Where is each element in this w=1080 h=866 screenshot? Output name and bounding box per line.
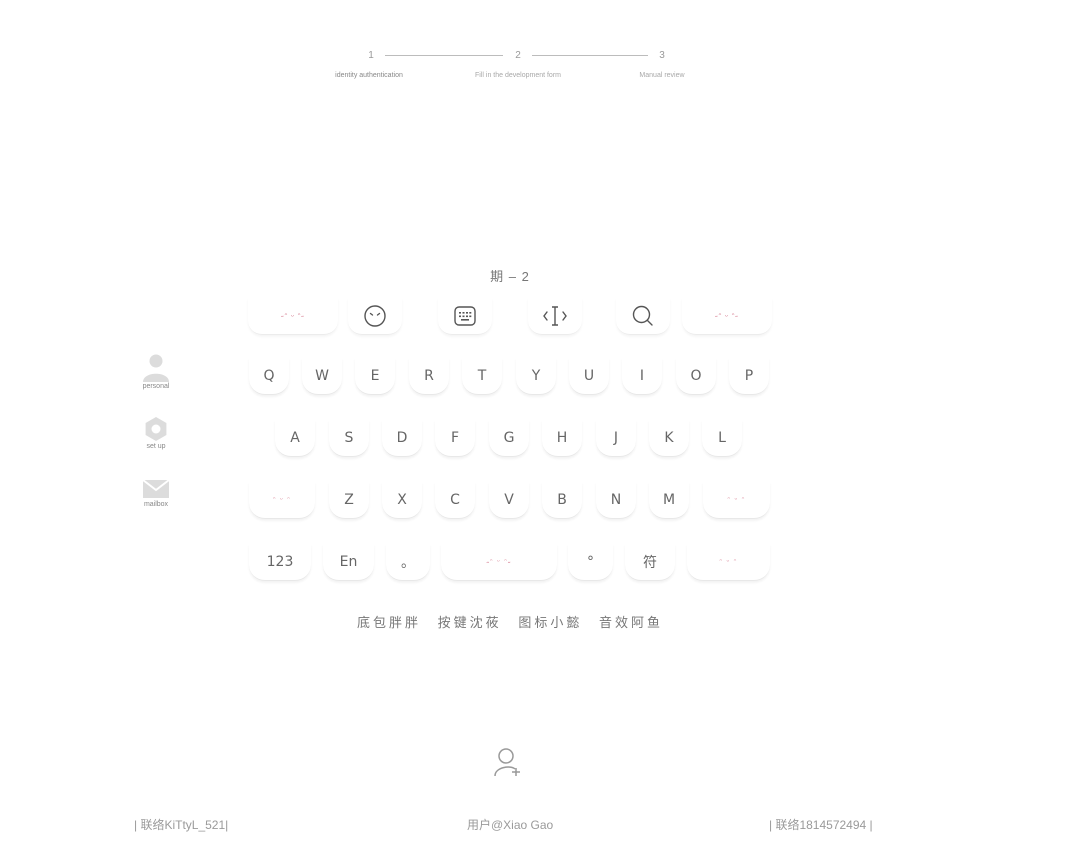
toolbar-deco-left[interactable]: ˶ᵔ ᵕ ᵔ˶ [248, 298, 338, 335]
key-v[interactable]: V [489, 482, 529, 519]
key-r[interactable]: R [409, 358, 449, 395]
key-x[interactable]: X [382, 482, 422, 519]
language-key[interactable]: En [323, 544, 374, 581]
key-q[interactable]: Q [249, 358, 289, 395]
credit-sound: 音效阿鱼 [598, 615, 663, 630]
nav-item-setup[interactable]: set up [136, 416, 176, 450]
nav-label-mailbox: mailbox [143, 501, 169, 508]
person-icon [143, 354, 169, 382]
degree-key[interactable]: ° [568, 544, 613, 581]
key-s[interactable]: S [329, 420, 369, 457]
key-y[interactable]: Y [516, 358, 556, 395]
shift-key[interactable]: ᵔ ᵕ ᵔ [249, 482, 315, 519]
search-icon [632, 305, 653, 326]
key-o[interactable]: O [676, 358, 716, 395]
nav-label-personal: personal [142, 383, 170, 390]
kaomoji-decoration: ᵔ ᵕ ᵔ [727, 496, 746, 504]
key-d[interactable]: D [382, 420, 422, 457]
nav-item-mailbox[interactable]: mailbox [136, 478, 176, 508]
key-b[interactable]: B [542, 482, 582, 519]
key-e[interactable]: E [355, 358, 395, 395]
emoji-face-icon [364, 305, 386, 327]
symbols-key[interactable]: 符 [625, 544, 675, 581]
step-connector [385, 55, 503, 56]
space-key[interactable]: ˶ᵔ ᵕ ᵔ˶ [441, 544, 557, 581]
footer-contact-right: | 联络1814572494 | [769, 818, 873, 832]
step-2-number: 2 [515, 50, 521, 61]
step-3-label: Manual review [639, 72, 685, 79]
nav-label-setup: set up [146, 443, 166, 450]
kaomoji-decoration: ˶ᵔ ᵕ ᵔ˶ [715, 312, 739, 320]
kaomoji-decoration: ˶ᵔ ᵕ ᵔ˶ [281, 312, 305, 320]
nav-item-personal[interactable]: personal [136, 352, 176, 390]
key-w[interactable]: W [302, 358, 342, 395]
step-connector [532, 55, 648, 56]
keyboard-credits: 底包胖胖 按键沈莜 图标小懿 音效阿鱼 [300, 612, 720, 631]
search-button[interactable] [616, 298, 670, 335]
gear-icon [145, 417, 167, 441]
emoji-button[interactable] [348, 298, 402, 335]
kaomoji-decoration: ᵔ ᵕ ᵔ [272, 496, 292, 504]
credit-icons: 图标小懿 [518, 615, 583, 630]
numbers-key[interactable]: 123 [249, 544, 311, 581]
key-h[interactable]: H [542, 420, 582, 457]
footer-user: 用户@Xiao Gao [467, 818, 554, 832]
toolbar-deco-right[interactable]: ˶ᵔ ᵕ ᵔ˶ [682, 298, 772, 335]
key-i[interactable]: I [622, 358, 662, 395]
backspace-key[interactable]: ᵔ ᵕ ᵔ [703, 482, 770, 519]
key-k[interactable]: K [649, 420, 689, 457]
step-1-label: identity authentication [335, 72, 403, 79]
key-z[interactable]: Z [329, 482, 369, 519]
enter-key[interactable]: ᵔ ᵕ ᵔ [687, 544, 770, 581]
mail-icon [142, 479, 170, 498]
step-2-label: Fill in the development form [475, 72, 561, 79]
credit-keys: 按键沈莜 [437, 615, 502, 630]
keyboard-toolbar: ˶ᵔ ᵕ ᵔ˶ ˶ᵔ ᵕ ᵔ˶ [248, 298, 772, 336]
footer-contact-left: | 联络KiTtyL_521| [134, 818, 229, 832]
key-n[interactable]: N [596, 482, 636, 519]
credit-base: 底包胖胖 [357, 615, 422, 630]
keyboard-title: 期 – 2 [490, 269, 530, 284]
kaomoji-decoration: ᵔ ᵕ ᵔ [719, 558, 738, 566]
key-l[interactable]: L [702, 420, 742, 457]
key-t[interactable]: T [462, 358, 502, 395]
key-g[interactable]: G [489, 420, 529, 457]
key-a[interactable]: A [275, 420, 315, 457]
add-user-icon [494, 748, 520, 777]
kaomoji-decoration: ˶ᵔ ᵕ ᵔ˶ [486, 558, 512, 566]
keyboard-switch-button[interactable] [438, 298, 492, 335]
step-3-number: 3 [659, 50, 665, 61]
key-p[interactable]: P [729, 358, 769, 395]
keyboard-icon [454, 306, 476, 326]
key-m[interactable]: M [649, 482, 689, 519]
add-user-button[interactable] [493, 747, 523, 784]
cursor-move-button[interactable] [528, 298, 582, 335]
progress-stepper: 1 2 3 identity authentication Fill in th… [320, 46, 700, 86]
period-key[interactable]: 。 [386, 544, 430, 581]
key-u[interactable]: U [569, 358, 609, 395]
key-j[interactable]: J [596, 420, 636, 457]
step-1-number: 1 [368, 50, 374, 61]
key-c[interactable]: C [435, 482, 475, 519]
key-f[interactable]: F [435, 420, 475, 457]
cursor-icon [543, 306, 567, 326]
